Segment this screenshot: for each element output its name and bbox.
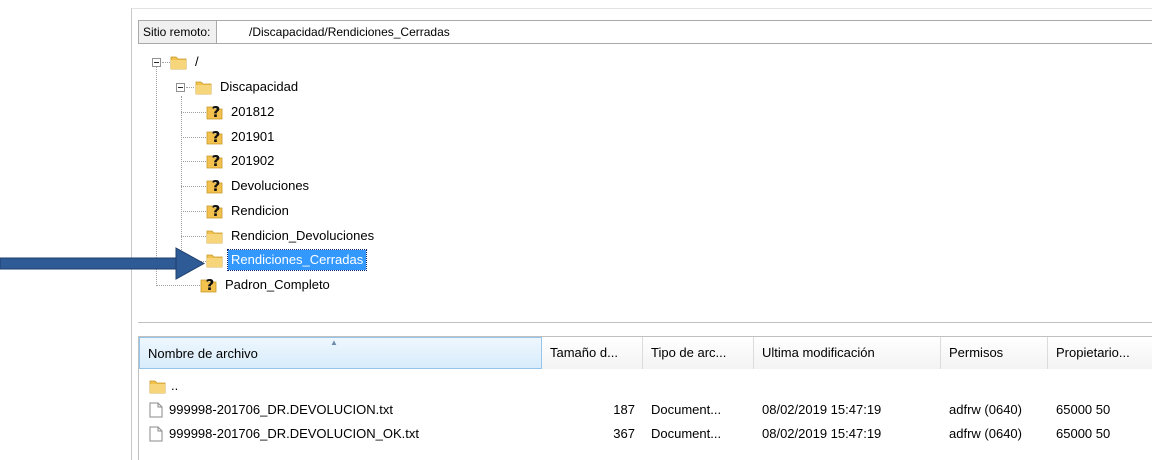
tree-node-label: 201902 bbox=[231, 153, 275, 168]
folder-open-icon bbox=[195, 81, 212, 95]
remote-file-list[interactable]: Nombre de archivo ▲ Tamaño d... Tipo de … bbox=[138, 336, 1152, 460]
tree-node-label: / bbox=[195, 54, 199, 69]
file-modified: 08/02/2019 15:47:19 bbox=[762, 426, 882, 441]
tree-node-label: Rendicion_Devoluciones bbox=[231, 228, 375, 243]
question-mark-icon: ? bbox=[211, 103, 221, 121]
column-header-filename[interactable]: Nombre de archivo ▲ bbox=[139, 337, 542, 369]
column-header-label: Ultima modificación bbox=[762, 345, 875, 360]
collapse-discapacidad-expander[interactable] bbox=[176, 83, 185, 92]
column-header-type[interactable]: Tipo de arc... bbox=[643, 337, 754, 369]
text-file-icon bbox=[149, 402, 163, 418]
question-mark-icon: ? bbox=[211, 152, 221, 170]
column-header-label: Tamaño d... bbox=[550, 345, 618, 360]
tree-node-label: Discapacidad bbox=[220, 79, 299, 94]
column-header-label: Permisos bbox=[949, 345, 1004, 360]
sort-ascending-icon: ▲ bbox=[330, 338, 338, 347]
column-header-label: Nombre de archivo bbox=[148, 346, 258, 361]
file-modified: 08/02/2019 15:47:19 bbox=[762, 402, 882, 417]
text-file-icon bbox=[149, 426, 163, 442]
question-mark-icon: ? bbox=[211, 177, 221, 195]
tree-node-label: Padron_Completo bbox=[225, 277, 330, 292]
file-permissions: adfrw (0640) bbox=[949, 426, 1022, 441]
file-type: Document... bbox=[651, 426, 722, 441]
file-size: 367 bbox=[613, 426, 635, 441]
column-header-permissions[interactable]: Permisos bbox=[941, 337, 1048, 369]
folder-icon bbox=[206, 230, 223, 244]
file-name: .. bbox=[171, 378, 179, 393]
blue-arrow-icon bbox=[0, 247, 205, 280]
remote-path-input[interactable] bbox=[239, 22, 1129, 42]
tree-node-label: Devoluciones bbox=[231, 178, 310, 193]
remote-directory-tree[interactable]: / Discapacidad ? 201812 ? 201901 ? 20190… bbox=[138, 46, 1152, 322]
tree-node-label: Rendiciones_Cerradas bbox=[226, 249, 368, 271]
collapse-root-expander[interactable] bbox=[152, 58, 161, 67]
remote-site-bar: Sitio remoto: bbox=[138, 20, 1152, 44]
file-name: 999998-201706_DR.DEVOLUCION_OK.txt bbox=[169, 426, 420, 441]
file-owner: 65000 50 bbox=[1056, 402, 1111, 417]
column-header-size[interactable]: Tamaño d... bbox=[542, 337, 643, 369]
table-row[interactable]: 999998-201706_DR.DEVOLUCION_OK.txt 367 D… bbox=[139, 423, 1152, 445]
file-permissions: adfrw (0640) bbox=[949, 402, 1022, 417]
file-name: 999998-201706_DR.DEVOLUCION.txt bbox=[169, 402, 394, 417]
file-type: Document... bbox=[651, 402, 722, 417]
column-header-owner[interactable]: Propietario... bbox=[1048, 337, 1152, 369]
table-row[interactable]: .. bbox=[139, 375, 1152, 397]
column-header-label: Propietario... bbox=[1056, 345, 1130, 360]
table-row[interactable]: 999998-201706_DR.DEVOLUCION.txt 187 Docu… bbox=[139, 399, 1152, 421]
question-mark-icon: ? bbox=[211, 128, 221, 146]
file-owner: 65000 50 bbox=[1056, 426, 1111, 441]
column-header-label: Tipo de arc... bbox=[651, 345, 727, 360]
column-header-modified[interactable]: Ultima modificación bbox=[754, 337, 941, 369]
folder-icon bbox=[149, 380, 166, 394]
folder-icon bbox=[206, 254, 223, 268]
file-size: 187 bbox=[613, 402, 635, 417]
remote-site-label: Sitio remoto: bbox=[139, 21, 218, 43]
tree-node-label: Rendicion bbox=[231, 203, 289, 218]
pane-divider bbox=[138, 322, 1152, 323]
question-mark-icon: ? bbox=[205, 276, 215, 294]
tree-node-label: 201901 bbox=[231, 129, 275, 144]
tree-node-label: 201812 bbox=[231, 104, 275, 119]
folder-icon bbox=[170, 56, 187, 70]
question-mark-icon: ? bbox=[211, 202, 221, 220]
